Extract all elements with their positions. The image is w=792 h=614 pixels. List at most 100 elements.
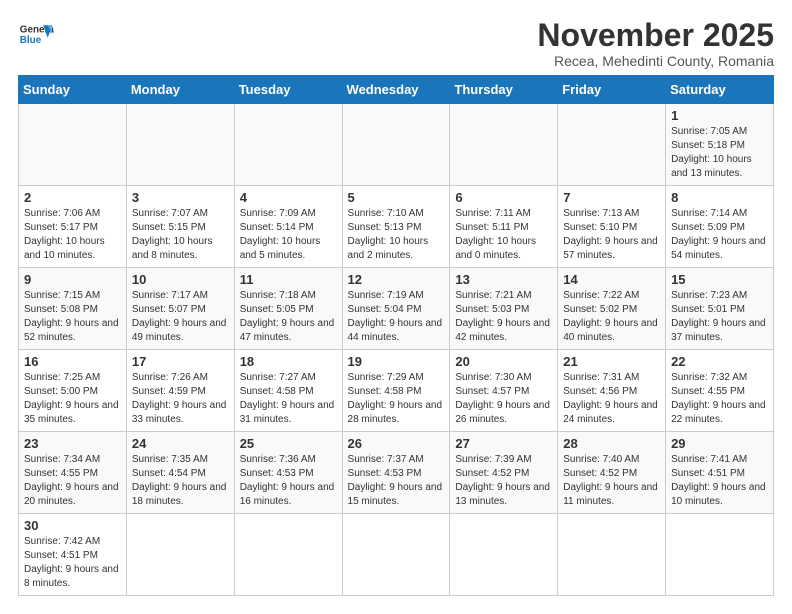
day-info: Sunrise: 7:32 AM Sunset: 4:55 PM Dayligh… xyxy=(671,371,768,427)
calendar-cell xyxy=(234,104,342,186)
calendar-cell: 18Sunrise: 7:27 AM Sunset: 4:58 PM Dayli… xyxy=(234,350,342,432)
calendar-table: SundayMondayTuesdayWednesdayThursdayFrid… xyxy=(18,75,774,596)
day-info: Sunrise: 7:25 AM Sunset: 5:00 PM Dayligh… xyxy=(24,371,121,427)
day-info: Sunrise: 7:40 AM Sunset: 4:52 PM Dayligh… xyxy=(563,453,660,509)
day-number: 1 xyxy=(671,108,768,123)
day-number: 30 xyxy=(24,518,121,533)
day-info: Sunrise: 7:17 AM Sunset: 5:07 PM Dayligh… xyxy=(132,289,229,345)
calendar-cell: 4Sunrise: 7:09 AM Sunset: 5:14 PM Daylig… xyxy=(234,186,342,268)
calendar-cell: 6Sunrise: 7:11 AM Sunset: 5:11 PM Daylig… xyxy=(450,186,558,268)
calendar-cell xyxy=(342,514,450,596)
day-info: Sunrise: 7:34 AM Sunset: 4:55 PM Dayligh… xyxy=(24,453,121,509)
calendar-header-row: SundayMondayTuesdayWednesdayThursdayFrid… xyxy=(19,76,774,104)
calendar-cell: 11 Sunrise: 7:18 AM Sunset: 5:05 PM Dayli… xyxy=(234,268,342,350)
day-info: Sunrise: 7:26 AM Sunset: 4:59 PM Dayligh… xyxy=(132,371,229,427)
calendar-cell: 12 Sunrise: 7:19 AM Sunset: 5:04 PM Dayli… xyxy=(342,268,450,350)
calendar-cell xyxy=(126,104,234,186)
calendar-cell xyxy=(450,104,558,186)
calendar-week-row: 23 Sunrise: 7:34 AM Sunset: 4:55 PM Dayli… xyxy=(19,432,774,514)
day-number: 5 xyxy=(348,190,445,205)
column-header-sunday: Sunday xyxy=(19,76,127,104)
calendar-cell xyxy=(558,104,666,186)
day-info: Sunrise: 7:37 AM Sunset: 4:53 PM Dayligh… xyxy=(348,453,445,509)
calendar-cell: 20Sunrise: 7:30 AM Sunset: 4:57 PM Dayli… xyxy=(450,350,558,432)
calendar-cell: 13 Sunrise: 7:21 AM Sunset: 5:03 PM Dayli… xyxy=(450,268,558,350)
column-header-thursday: Thursday xyxy=(450,76,558,104)
calendar-cell xyxy=(666,514,774,596)
day-info: Sunrise: 7:21 AM Sunset: 5:03 PM Dayligh… xyxy=(455,289,552,345)
day-number: 14 xyxy=(563,272,660,287)
day-number: 13 xyxy=(455,272,552,287)
calendar-week-row: 30 Sunrise: 7:42 AM Sunset: 4:51 PM Dayli… xyxy=(19,514,774,596)
title-area: November 2025 Recea, Mehedinti County, R… xyxy=(537,18,774,69)
day-number: 22 xyxy=(671,354,768,369)
day-info: Sunrise: 7:10 AM Sunset: 5:13 PM Dayligh… xyxy=(348,207,445,263)
day-number: 17 xyxy=(132,354,229,369)
day-info: Sunrise: 7:41 AM Sunset: 4:51 PM Dayligh… xyxy=(671,453,768,509)
day-info: Sunrise: 7:39 AM Sunset: 4:52 PM Dayligh… xyxy=(455,453,552,509)
day-info: Sunrise: 7:19 AM Sunset: 5:04 PM Dayligh… xyxy=(348,289,445,345)
day-number: 11 xyxy=(240,272,337,287)
calendar-cell: 21Sunrise: 7:31 AM Sunset: 4:56 PM Dayli… xyxy=(558,350,666,432)
day-info: Sunrise: 7:15 AM Sunset: 5:08 PM Dayligh… xyxy=(24,289,121,345)
day-number: 8 xyxy=(671,190,768,205)
calendar-cell: 28Sunrise: 7:40 AM Sunset: 4:52 PM Dayli… xyxy=(558,432,666,514)
day-number: 3 xyxy=(132,190,229,205)
calendar-cell: 24 Sunrise: 7:35 AM Sunset: 4:54 PM Dayli… xyxy=(126,432,234,514)
calendar-cell: 17 Sunrise: 7:26 AM Sunset: 4:59 PM Dayli… xyxy=(126,350,234,432)
calendar-cell: 7 Sunrise: 7:13 AM Sunset: 5:10 PM Daylig… xyxy=(558,186,666,268)
day-info: Sunrise: 7:29 AM Sunset: 4:58 PM Dayligh… xyxy=(348,371,445,427)
day-number: 23 xyxy=(24,436,121,451)
day-number: 21 xyxy=(563,354,660,369)
day-info: Sunrise: 7:22 AM Sunset: 5:02 PM Dayligh… xyxy=(563,289,660,345)
day-info: Sunrise: 7:42 AM Sunset: 4:51 PM Dayligh… xyxy=(24,535,121,591)
day-number: 12 xyxy=(348,272,445,287)
calendar-cell: 2Sunrise: 7:06 AM Sunset: 5:17 PM Daylig… xyxy=(19,186,127,268)
column-header-friday: Friday xyxy=(558,76,666,104)
day-info: Sunrise: 7:05 AM Sunset: 5:18 PM Dayligh… xyxy=(671,125,768,181)
calendar-subtitle: Recea, Mehedinti County, Romania xyxy=(537,53,774,69)
day-info: Sunrise: 7:13 AM Sunset: 5:10 PM Dayligh… xyxy=(563,207,660,263)
calendar-week-row: 2Sunrise: 7:06 AM Sunset: 5:17 PM Daylig… xyxy=(19,186,774,268)
calendar-cell: 15 Sunrise: 7:23 AM Sunset: 5:01 PM Dayli… xyxy=(666,268,774,350)
column-header-tuesday: Tuesday xyxy=(234,76,342,104)
day-number: 9 xyxy=(24,272,121,287)
logo-svg: General Blue xyxy=(18,18,54,54)
calendar-cell xyxy=(342,104,450,186)
day-number: 26 xyxy=(348,436,445,451)
calendar-cell: 27 Sunrise: 7:39 AM Sunset: 4:52 PM Dayli… xyxy=(450,432,558,514)
day-number: 15 xyxy=(671,272,768,287)
calendar-cell: 1 Sunrise: 7:05 AM Sunset: 5:18 PM Daylig… xyxy=(666,104,774,186)
day-number: 6 xyxy=(455,190,552,205)
calendar-cell: 10 Sunrise: 7:17 AM Sunset: 5:07 PM Dayli… xyxy=(126,268,234,350)
day-number: 24 xyxy=(132,436,229,451)
calendar-cell: 8 Sunrise: 7:14 AM Sunset: 5:09 PM Daylig… xyxy=(666,186,774,268)
day-number: 7 xyxy=(563,190,660,205)
day-number: 27 xyxy=(455,436,552,451)
column-header-monday: Monday xyxy=(126,76,234,104)
calendar-cell xyxy=(450,514,558,596)
calendar-week-row: 16 Sunrise: 7:25 AM Sunset: 5:00 PM Dayli… xyxy=(19,350,774,432)
calendar-cell xyxy=(558,514,666,596)
day-number: 19 xyxy=(348,354,445,369)
calendar-cell: 23 Sunrise: 7:34 AM Sunset: 4:55 PM Dayli… xyxy=(19,432,127,514)
day-number: 10 xyxy=(132,272,229,287)
calendar-cell: 19 Sunrise: 7:29 AM Sunset: 4:58 PM Dayli… xyxy=(342,350,450,432)
calendar-week-row: 9 Sunrise: 7:15 AM Sunset: 5:08 PM Daylig… xyxy=(19,268,774,350)
day-info: Sunrise: 7:35 AM Sunset: 4:54 PM Dayligh… xyxy=(132,453,229,509)
calendar-week-row: 1 Sunrise: 7:05 AM Sunset: 5:18 PM Daylig… xyxy=(19,104,774,186)
day-number: 16 xyxy=(24,354,121,369)
day-info: Sunrise: 7:07 AM Sunset: 5:15 PM Dayligh… xyxy=(132,207,229,263)
day-info: Sunrise: 7:18 AM Sunset: 5:05 PM Dayligh… xyxy=(240,289,337,345)
day-number: 18 xyxy=(240,354,337,369)
calendar-cell: 3 Sunrise: 7:07 AM Sunset: 5:15 PM Daylig… xyxy=(126,186,234,268)
column-header-saturday: Saturday xyxy=(666,76,774,104)
calendar-cell xyxy=(19,104,127,186)
header: General Blue November 2025 Recea, Mehedi… xyxy=(18,18,774,69)
calendar-cell: 25Sunrise: 7:36 AM Sunset: 4:53 PM Dayli… xyxy=(234,432,342,514)
day-info: Sunrise: 7:14 AM Sunset: 5:09 PM Dayligh… xyxy=(671,207,768,263)
day-info: Sunrise: 7:06 AM Sunset: 5:17 PM Dayligh… xyxy=(24,207,121,263)
day-info: Sunrise: 7:23 AM Sunset: 5:01 PM Dayligh… xyxy=(671,289,768,345)
day-number: 20 xyxy=(455,354,552,369)
calendar-cell xyxy=(234,514,342,596)
